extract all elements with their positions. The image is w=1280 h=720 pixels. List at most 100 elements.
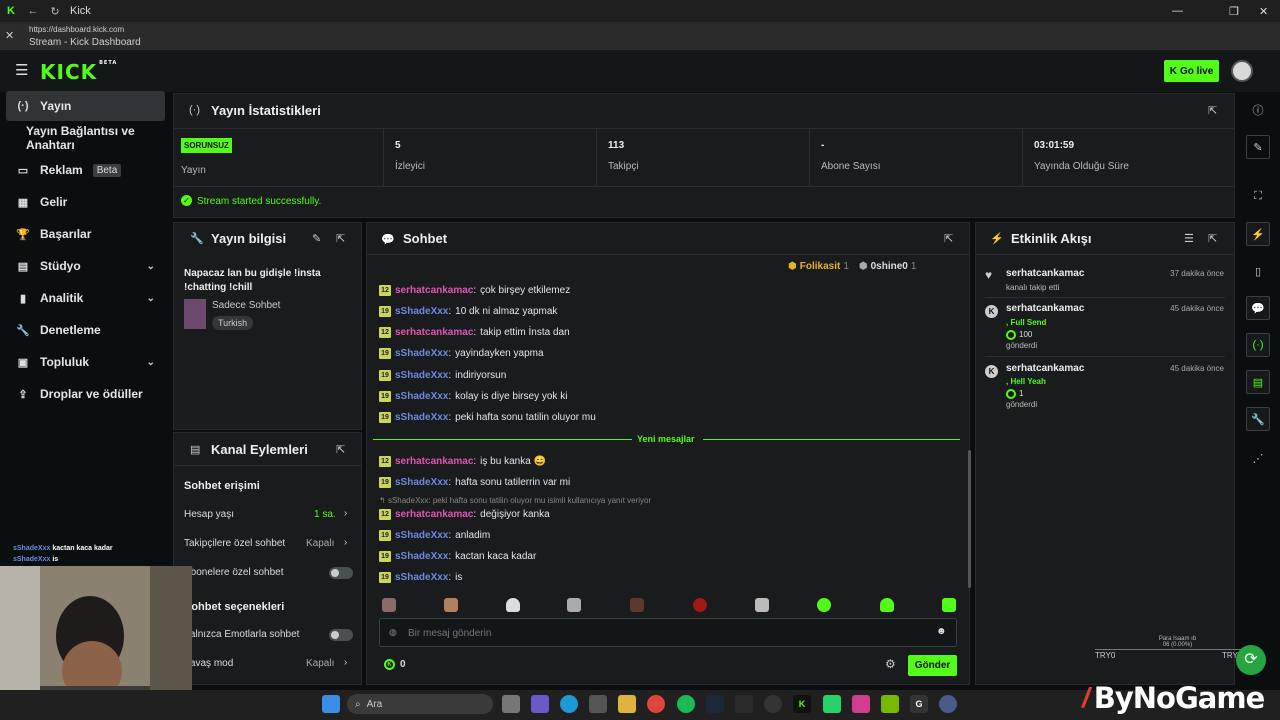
popout-icon[interactable]: ⇱ bbox=[336, 232, 345, 245]
sidebar-item-analitik[interactable]: ▮ Analitik ⌄ bbox=[6, 283, 165, 313]
instagram-icon[interactable] bbox=[852, 695, 870, 713]
explorer-icon[interactable] bbox=[618, 695, 636, 713]
chat-username[interactable]: sShadeXxx bbox=[395, 306, 448, 317]
chat-input[interactable] bbox=[408, 624, 908, 642]
event-user[interactable]: serhatcankamac bbox=[1006, 268, 1084, 279]
chat-scrollbar[interactable] bbox=[968, 450, 971, 588]
spotify-icon[interactable] bbox=[677, 695, 695, 713]
subs-only-toggle[interactable] bbox=[329, 567, 353, 579]
kick-taskbar-icon[interactable]: K bbox=[793, 695, 811, 713]
chat-username[interactable]: sShadeXxx bbox=[395, 530, 448, 541]
emote[interactable] bbox=[942, 598, 956, 612]
broadcast-icon[interactable]: (·) bbox=[1246, 333, 1270, 357]
emote[interactable] bbox=[880, 598, 894, 612]
chevron-right-icon[interactable]: › bbox=[344, 508, 347, 519]
chrome-icon[interactable] bbox=[647, 695, 665, 713]
event-user[interactable]: serhatcankamac bbox=[1006, 363, 1084, 374]
emote[interactable] bbox=[567, 598, 581, 612]
wrench-icon[interactable]: 🔧 bbox=[1246, 407, 1270, 431]
popout-icon[interactable]: ⇱ bbox=[944, 232, 953, 245]
chat-username[interactable]: sShadeXxx bbox=[395, 391, 448, 402]
chat-message[interactable]: 12 serhatcankamac: değişiyor kanka bbox=[379, 507, 550, 521]
filter-icon[interactable]: ☰ bbox=[1184, 232, 1194, 245]
emote[interactable] bbox=[382, 598, 396, 612]
chat-message[interactable]: 19 sShadeXxx: is bbox=[379, 571, 462, 585]
restore-icon[interactable]: ❐ bbox=[1229, 5, 1239, 18]
account-age-value[interactable]: 1 sa. bbox=[314, 509, 336, 520]
nvidia-icon[interactable] bbox=[881, 695, 899, 713]
emoji-picker-icon[interactable]: ☻ bbox=[936, 626, 947, 637]
popout-icon[interactable]: ⇱ bbox=[1208, 232, 1217, 245]
taskview-icon[interactable] bbox=[502, 695, 520, 713]
chevron-right-icon[interactable]: › bbox=[344, 537, 347, 548]
store-icon[interactable] bbox=[589, 695, 607, 713]
category-name[interactable]: Sadece Sohbet bbox=[212, 300, 280, 311]
sidebar-item-denetleme[interactable]: 🔧 Denetleme bbox=[6, 315, 165, 345]
chat-message[interactable]: 12 serhatcankamac: çok birşey etkilemez bbox=[379, 283, 570, 297]
minimize-icon[interactable]: — bbox=[1172, 5, 1183, 17]
event-user[interactable]: serhatcankamac bbox=[1006, 303, 1084, 314]
chat-message[interactable]: 12 serhatcankamac: iş bu kanka 😄 bbox=[379, 454, 546, 468]
hamburger-menu-icon[interactable]: ☰ bbox=[15, 61, 28, 79]
chat-icon[interactable]: 💬 bbox=[1246, 296, 1270, 320]
sidebar-item-droplar[interactable]: ⇪ Droplar ve ödüller bbox=[6, 379, 165, 409]
refresh-circle-icon[interactable]: ⟳ bbox=[1236, 645, 1266, 675]
steam-icon[interactable] bbox=[706, 695, 724, 713]
emote[interactable] bbox=[630, 598, 644, 612]
emote[interactable] bbox=[444, 598, 458, 612]
widgets-icon[interactable] bbox=[531, 695, 549, 713]
chat-message[interactable]: 19 sShadeXxx: hafta sonu tatilerrin var mi bbox=[379, 475, 570, 489]
edit-icon[interactable]: ✎ bbox=[312, 232, 321, 245]
crop-icon[interactable]: ⛶ bbox=[1246, 184, 1270, 208]
chat-username[interactable]: serhatcankamac bbox=[395, 509, 473, 520]
popout-icon[interactable]: ⇱ bbox=[336, 443, 345, 456]
chevron-right-icon[interactable]: › bbox=[344, 657, 347, 668]
chat-message[interactable]: 19 sShadeXxx:10 dk ni almaz yapmak bbox=[379, 304, 557, 318]
chat-message[interactable]: 19 sShadeXxx: yayindayken yapma bbox=[379, 347, 544, 361]
window-close-icon[interactable]: ✕ bbox=[1259, 5, 1268, 18]
sidebar-item-studyo[interactable]: ▤ Stüdyo ⌄ bbox=[6, 251, 165, 281]
windows-start-icon[interactable] bbox=[322, 695, 340, 713]
document-icon[interactable]: ▯ bbox=[1246, 259, 1270, 283]
language-tag[interactable]: Turkish bbox=[212, 316, 254, 330]
lightning-icon[interactable]: ⚡ bbox=[1246, 222, 1270, 246]
close-url-icon[interactable]: ✕ bbox=[5, 29, 14, 42]
chat-message[interactable]: 19 sShadeXxx: peki hafta sonu tatilin oluy… bbox=[379, 411, 596, 425]
chat-username[interactable]: sShadeXxx bbox=[395, 348, 448, 359]
emote[interactable] bbox=[693, 598, 707, 612]
chat-username[interactable]: serhatcankamac bbox=[395, 285, 473, 296]
back-arrow-icon[interactable]: ← bbox=[22, 5, 44, 17]
sidebar-item-yayin[interactable]: (·) Yayın bbox=[6, 91, 165, 121]
chat-message[interactable]: 12 serhatcankamac: takip ettim İnsta dan bbox=[379, 326, 570, 340]
obs-icon[interactable] bbox=[764, 695, 782, 713]
avatar[interactable] bbox=[1231, 60, 1253, 82]
chat-username[interactable]: serhatcankamac bbox=[395, 456, 473, 467]
emote[interactable] bbox=[506, 598, 520, 612]
chat-message[interactable]: 19 sShadeXxx: indiriyorsun bbox=[379, 368, 506, 382]
pinned-user[interactable]: ⬢ 0shine0 1 bbox=[859, 261, 917, 272]
sidebar-item-reklam[interactable]: ▭ Reklam Beta bbox=[6, 155, 165, 185]
chat-username[interactable]: sShadeXxx bbox=[395, 477, 448, 488]
chat-username[interactable]: sShadeXxx bbox=[395, 412, 448, 423]
emote[interactable] bbox=[817, 598, 831, 612]
reload-icon[interactable]: ↻ bbox=[44, 5, 66, 18]
followers-only-value[interactable]: Kapalı bbox=[306, 538, 334, 549]
chat-message[interactable]: 19 sShadeXxx: kolay is diye birsey yok ki bbox=[379, 390, 567, 404]
emote[interactable] bbox=[755, 598, 769, 612]
chat-username[interactable]: sShadeXxx bbox=[395, 370, 448, 381]
sidebar-item-topluluk[interactable]: ▣ Topluluk ⌄ bbox=[6, 347, 165, 377]
kick-logo[interactable]: KICK BETA bbox=[40, 60, 117, 84]
popout-icon[interactable]: ⇱ bbox=[1208, 104, 1217, 117]
share-icon[interactable]: ⋰ bbox=[1246, 446, 1270, 470]
send-button[interactable]: Gönder bbox=[908, 655, 957, 676]
sidebar-item-gelir[interactable]: ▦ Gelir bbox=[6, 187, 165, 217]
chat-settings-icon[interactable]: ⚙ bbox=[885, 657, 896, 671]
chat-username[interactable]: sShadeXxx bbox=[395, 572, 448, 583]
g-app-icon[interactable]: G bbox=[910, 695, 928, 713]
chat-username[interactable]: sShadeXxx bbox=[395, 551, 448, 562]
sidebar-item-basarilar[interactable]: 🏆 Başarılar bbox=[6, 219, 165, 249]
pinned-user[interactable]: ⬢ Folikasit 1 bbox=[788, 261, 849, 272]
info-icon[interactable]: ⓘ bbox=[1246, 98, 1270, 122]
chat-message[interactable]: 19 sShadeXxx: kactan kaca kadar bbox=[379, 550, 536, 564]
whatsapp-icon[interactable] bbox=[823, 695, 841, 713]
